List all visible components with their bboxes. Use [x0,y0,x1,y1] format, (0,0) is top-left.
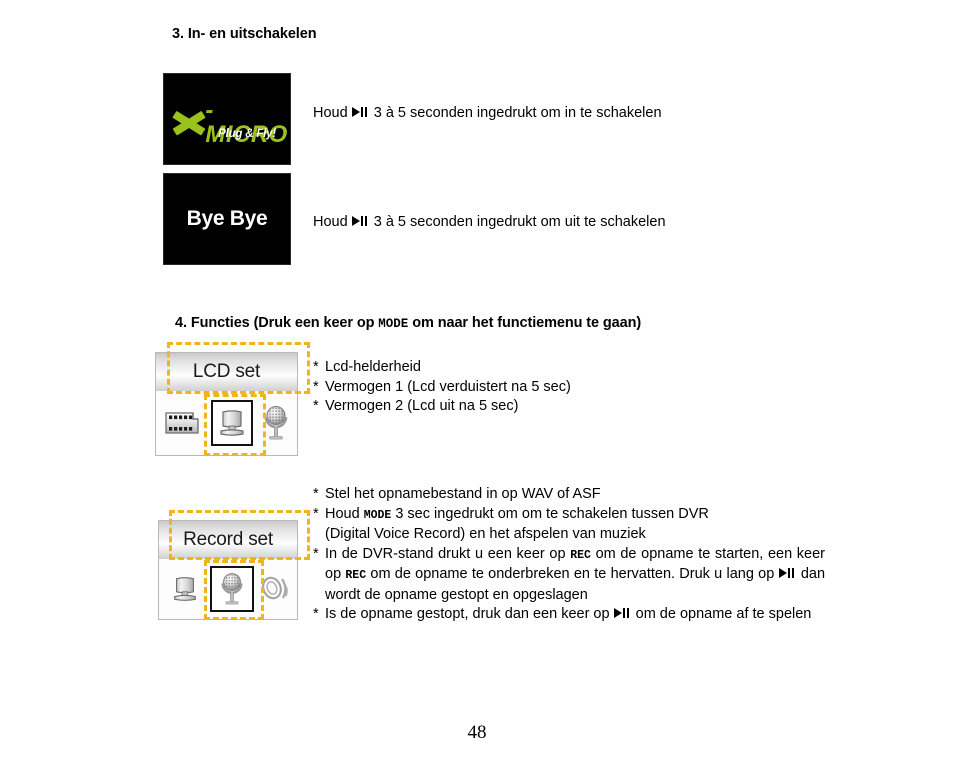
bullet-marker: * [313,606,319,622]
lcd-monitor-icon-slot[interactable] [211,400,254,446]
lcd-set-panel: LCD set [155,352,298,456]
microphone-icon [221,573,243,605]
speaker-sound-icon-slot[interactable] [256,564,297,614]
record-bullet-2-before: Houd [325,505,360,522]
list-item: * Vermogen 1 (Lcd verduistert na 5 sec) [313,378,713,398]
rec-key-label: REC [345,569,367,582]
lcd-bullet-1: Lcd-helderheid [325,359,421,375]
play-pause-icon [778,567,797,579]
lcd-monitor-icon [220,410,244,436]
power-on-instruction-before: Houd [313,105,348,121]
rec-key-label: REC [570,548,591,562]
mode-key-label: MODE [363,508,392,522]
record-bullet-4: Is de opname gestopt, druk dan een keer … [325,605,825,625]
xmicro-x-mark [172,110,206,136]
film-strip-icon-slot[interactable] [160,397,205,449]
record-set-title: Record set [183,529,273,550]
list-item: * In de DVR-stand drukt u een keer op RE… [313,545,825,606]
power-on-screen-image: - MICRO Plug & Fly! [163,73,291,165]
bullet-marker: * [313,545,319,562]
lcd-bullet-3: Vermogen 2 (Lcd uit na 5 sec) [325,398,519,414]
record-bullet-4-part2: om de opname af te spelen [635,606,812,622]
play-pause-icon [613,607,632,619]
speaker-sound-icon [262,576,289,600]
lcd-set-bullet-list: * Lcd-helderheid * Vermogen 1 (Lcd verdu… [313,358,713,417]
xmicro-tagline: Plug & Fly! [218,128,276,140]
bullet-marker: * [313,359,319,375]
list-item: * Lcd-helderheid [313,358,713,378]
record-bullet-2-line2: (Digital Voice Record) en het afspelen v… [325,526,646,542]
record-bullet-2-line1: Houd MODE 3 sec ingedrukt om om te schak… [325,506,709,522]
microphone-icon-slot[interactable] [210,566,254,612]
section-4-heading-after: om naar het functiemenu te gaan) [412,315,642,331]
record-bullet-3-part3: om de opname te onderbreken en te hervat… [370,566,775,582]
power-off-instruction-after: 3 à 5 seconden ingedrukt om uit te schak… [373,214,666,230]
record-set-title-bar: Record set [159,521,297,559]
lcd-set-title: LCD set [192,361,261,382]
list-item: * Is de opname gestopt, druk dan een kee… [313,605,825,625]
record-set-panel: Record set [158,520,298,620]
power-off-screen-image: Bye Bye [163,173,291,265]
lcd-set-title-bar: LCD set [156,353,297,391]
section-4-heading-before: 4. Functies (Druk een keer op [175,315,375,331]
power-on-instruction: Houd 3 à 5 seconden ingedrukt om in te s… [313,105,662,121]
record-bullet-2: Houd MODE 3 sec ingedrukt om om te schak… [325,505,825,545]
bullet-marker: * [313,486,319,502]
xmicro-logo: - MICRO Plug & Fly! [164,74,290,164]
bullet-marker: * [313,378,319,395]
lcd-monitor-icon [173,577,196,601]
section-4-heading: 4. Functies (Druk een keer op MODE om na… [175,315,641,331]
microphone-icon-slot[interactable] [255,397,297,449]
record-bullet-4-part1: Is de opname gestopt, druk dan een keer … [325,606,610,622]
list-item: * Vermogen 2 (Lcd uit na 5 sec) [313,397,713,417]
lcd-set-icon-row [156,391,297,455]
play-pause-icon [351,215,370,227]
list-item: * Stel het opnamebestand in op WAV of AS… [313,485,825,505]
play-pause-icon [351,106,370,118]
list-item: * Houd MODE 3 sec ingedrukt om om te sch… [313,505,825,545]
section-3-heading: 3. In- en uitschakelen [172,26,317,42]
bye-bye-text: Bye Bye [186,207,268,230]
record-set-bullet-list: * Stel het opnamebestand in op WAV of AS… [313,485,825,625]
lcd-bullet-2: Vermogen 1 (Lcd verduistert na 5 sec) [325,378,571,395]
bullet-marker: * [313,398,319,414]
record-bullet-1: Stel het opnamebestand in op WAV of ASF [325,486,601,502]
lcd-monitor-icon-slot[interactable] [163,564,206,614]
record-bullet-3: In de DVR-stand drukt u een keer op REC … [325,545,825,606]
record-bullet-3-part1: In de DVR-stand drukt u een keer op [325,545,566,562]
page-number: 48 [467,722,487,743]
record-bullet-2-after: 3 sec ingedrukt om om te schakelen tusse… [395,505,709,522]
power-on-instruction-after: 3 à 5 seconden ingedrukt om in te schake… [373,105,662,121]
film-strip-icon [165,412,199,434]
record-set-icon-row [159,559,297,619]
microphone-icon [264,406,288,440]
bullet-marker: * [313,505,319,522]
power-off-instruction-before: Houd [313,214,348,230]
mode-key-label: MODE [378,317,409,331]
power-off-instruction: Houd 3 à 5 seconden ingedrukt om uit te … [313,214,666,230]
